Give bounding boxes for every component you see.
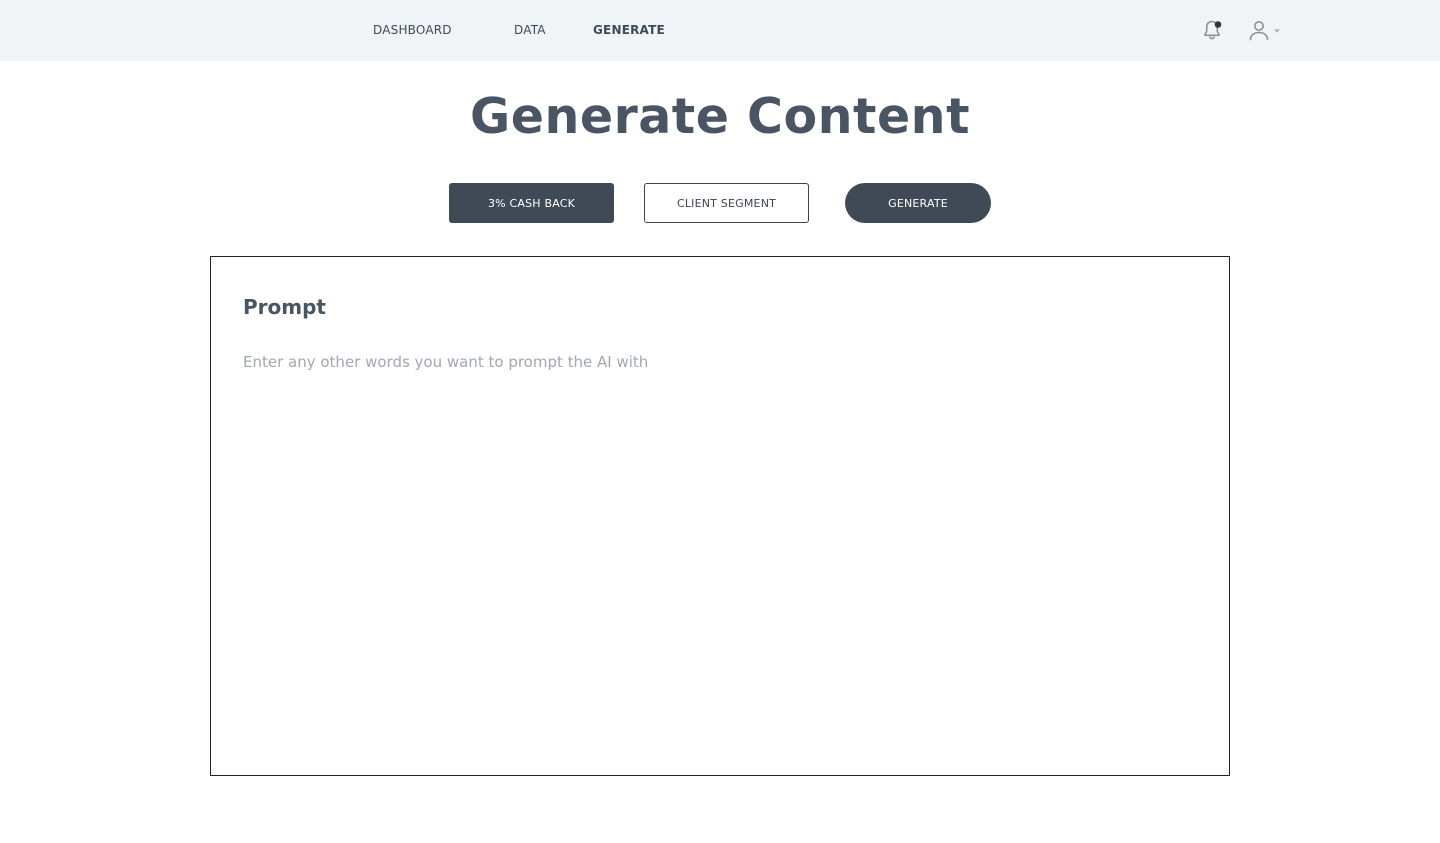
user-menu[interactable]: [1248, 18, 1284, 42]
user-icon: [1249, 21, 1280, 41]
nav-item-dashboard[interactable]: DASHBOARD: [373, 23, 452, 37]
notification-badge: [1214, 21, 1222, 28]
prompt-label: Prompt: [243, 295, 326, 319]
prompt-input[interactable]: [243, 353, 1193, 753]
nav-item-generate[interactable]: GENERATE: [593, 23, 665, 37]
bell-icon-graphic: [1204, 20, 1222, 40]
bell-icon[interactable]: [1200, 18, 1224, 42]
page-title: Generate Content: [470, 88, 970, 145]
top-navigation-bar: DASHBOARD DATA GENERATE: [0, 0, 1440, 61]
client-segment-button[interactable]: CLIENT SEGMENT: [644, 183, 809, 223]
nav-item-data[interactable]: DATA: [514, 23, 546, 37]
chevron-down-icon: [1274, 29, 1280, 33]
generate-button[interactable]: GENERATE: [845, 183, 991, 223]
cash-back-button[interactable]: 3% CASH BACK: [449, 183, 614, 223]
prompt-panel: Prompt: [210, 256, 1230, 776]
